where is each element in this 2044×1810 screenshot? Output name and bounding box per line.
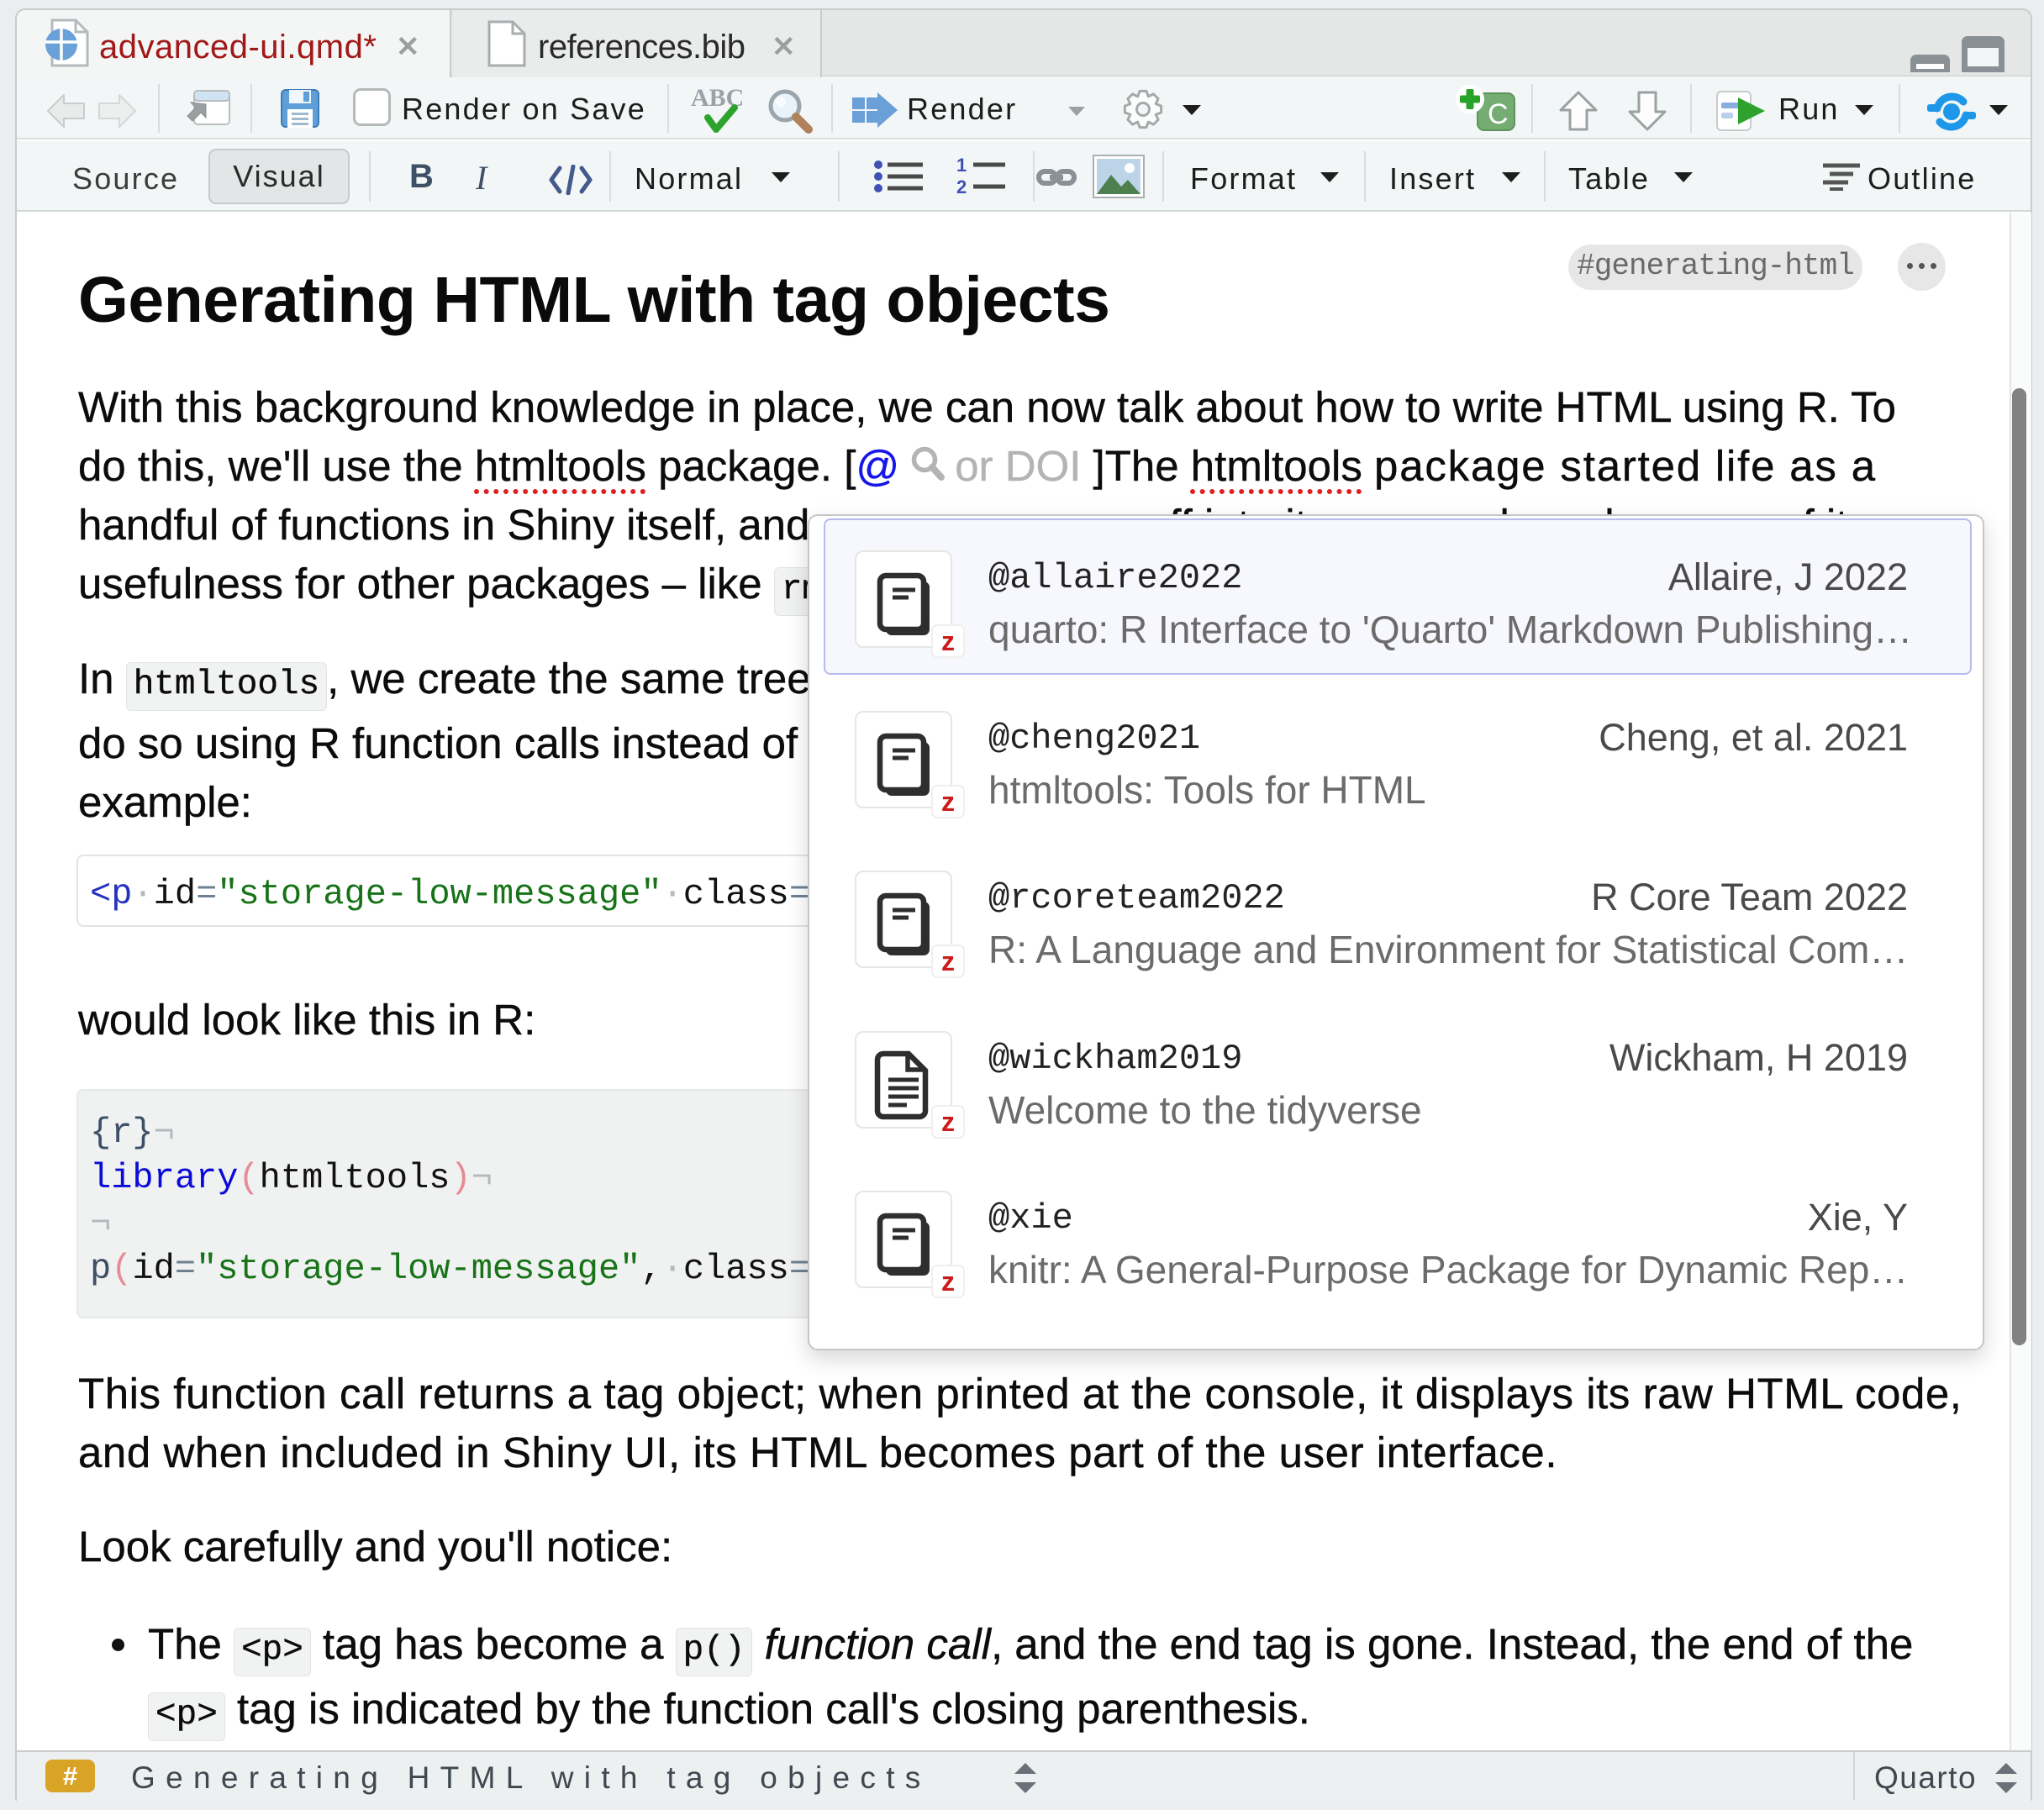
svg-text:2: 2 bbox=[956, 176, 967, 197]
svg-text:C: C bbox=[1488, 98, 1509, 130]
svg-text:1: 1 bbox=[956, 156, 967, 176]
